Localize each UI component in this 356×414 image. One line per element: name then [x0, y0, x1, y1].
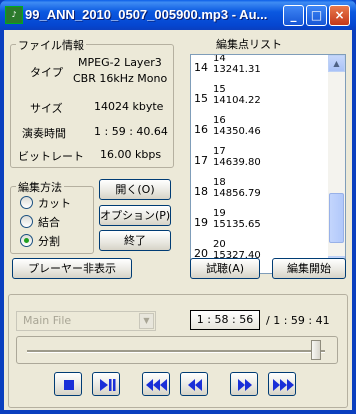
fast-rewind-button[interactable]: [142, 372, 170, 396]
list-item[interactable]: 15 15 14104.22: [191, 84, 329, 115]
list-item[interactable]: 18 18 14856.79: [191, 177, 329, 208]
current-time-display[interactable]: 1 : 58 : 56: [190, 310, 260, 330]
edit-points-label: 編集点リスト: [216, 38, 282, 51]
stop-icon: [64, 380, 74, 390]
position-slider[interactable]: [16, 336, 338, 364]
size-label: サイズ: [30, 102, 63, 115]
rewind-button[interactable]: [180, 372, 208, 396]
total-time: / 1 : 59 : 41: [266, 314, 330, 327]
file-info-label: ファイル情報: [16, 37, 86, 53]
client-area: ファイル情報 タイプ MPEG-2 Layer3 CBR 16kHz Mono …: [4, 30, 352, 410]
fast-rewind-icon: [146, 379, 167, 391]
list-item-time: 14856.79: [213, 188, 261, 199]
list-item-text: 15 14104.22: [213, 84, 313, 106]
list-item-number: 14: [194, 61, 208, 74]
radio-split-label: 分割: [38, 235, 60, 248]
play-pause-button[interactable]: [92, 372, 120, 396]
chevron-down-icon[interactable]: ▼: [139, 313, 154, 329]
list-item-index: 14: [213, 54, 226, 64]
hide-player-button[interactable]: プレーヤー非表示: [12, 258, 132, 279]
scroll-thumb[interactable]: [329, 192, 344, 243]
list-item-text: 19 15135.65: [213, 208, 313, 230]
list-item-time: 14639.80: [213, 157, 261, 168]
source-select-value: Main File: [23, 314, 72, 327]
list-item[interactable]: 16 16 14350.46: [191, 115, 329, 146]
list-item-time: 13241.31: [213, 64, 261, 75]
list-item[interactable]: 14 14 13241.31: [191, 54, 329, 84]
rewind-icon: [188, 379, 202, 391]
list-item-time: 14350.46: [213, 126, 261, 137]
start-edit-button[interactable]: 編集開始: [272, 258, 346, 279]
audition-button[interactable]: 試聴(A): [190, 258, 260, 279]
fast-forward-button[interactable]: [268, 372, 296, 396]
duration-value: 1 : 59 : 40.64: [94, 125, 168, 138]
slider-track-line: [27, 350, 325, 353]
stop-button[interactable]: [54, 372, 82, 396]
scroll-up-icon[interactable]: ▲: [328, 55, 345, 72]
list-item[interactable]: 17 17 14639.80: [191, 146, 329, 177]
list-item-index: 17: [213, 146, 226, 157]
app-window: ♪ 99_ANN_2010_0507_005900.mp3 - Au... _ …: [0, 0, 356, 414]
list-item-time: 14104.22: [213, 95, 261, 106]
fast-forward-icon: [273, 379, 294, 391]
bitrate-label: ビットレート: [18, 150, 84, 163]
list-item-number: 18: [194, 185, 208, 198]
duration-label: 演奏時間: [22, 127, 66, 140]
type-label: タイプ: [30, 66, 63, 79]
slider-thumb[interactable]: [311, 340, 321, 360]
list-item-text: 18 14856.79: [213, 177, 313, 199]
list-scrollbar[interactable]: ▲ ▼: [328, 55, 345, 273]
title-bar[interactable]: ♪ 99_ANN_2010_0507_005900.mp3 - Au... _ …: [0, 0, 356, 30]
list-item-time: 15135.65: [213, 219, 261, 230]
type-value-line2: CBR 16kHz Mono: [73, 72, 168, 85]
bitrate-value: 16.00 kbps: [100, 148, 162, 161]
play-pause-icon: [100, 379, 116, 391]
list-item-number: 16: [194, 123, 208, 136]
forward-icon: [238, 379, 252, 391]
radio-join-label: 結合: [38, 216, 60, 229]
size-value: 14024 kbyte: [94, 100, 164, 113]
edit-method-label: 編集方法: [16, 179, 64, 195]
radio-split[interactable]: [20, 234, 33, 247]
list-item-number: 15: [194, 92, 208, 105]
radio-cut[interactable]: [20, 196, 33, 209]
maximize-button[interactable]: □: [306, 5, 327, 26]
edit-points-list[interactable]: 14 14 13241.31 15 15 14104.22 16 16 14350.46 17 17…: [190, 54, 346, 274]
options-button[interactable]: オプション(P): [99, 205, 171, 226]
list-item-text: 16 14350.46: [213, 115, 313, 137]
forward-button[interactable]: [230, 372, 258, 396]
list-item-index: 20: [213, 239, 226, 250]
list-item-index: 18: [213, 177, 226, 188]
list-item-index: 19: [213, 208, 226, 219]
list-item[interactable]: 19 19 15135.65: [191, 208, 329, 239]
list-item-number: 17: [194, 154, 208, 167]
open-button[interactable]: 開く(O): [99, 179, 171, 200]
app-icon: ♪: [5, 6, 23, 24]
list-item-number: 19: [194, 216, 208, 229]
list-item-text: 17 14639.80: [213, 146, 313, 168]
list-item-text: 14 13241.31: [213, 54, 313, 75]
close-button[interactable]: ×: [329, 5, 350, 26]
list-item-index: 16: [213, 115, 226, 126]
radio-join[interactable]: [20, 215, 33, 228]
window-title: 99_ANN_2010_0507_005900.mp3 - Au...: [25, 7, 268, 22]
source-select[interactable]: Main File ▼: [16, 311, 156, 331]
minimize-button[interactable]: _: [283, 5, 304, 26]
type-value-line1: MPEG-2 Layer3: [78, 56, 162, 69]
radio-cut-label: カット: [38, 197, 71, 210]
list-item-index: 15: [213, 84, 226, 95]
exit-button[interactable]: 終了: [99, 230, 171, 251]
